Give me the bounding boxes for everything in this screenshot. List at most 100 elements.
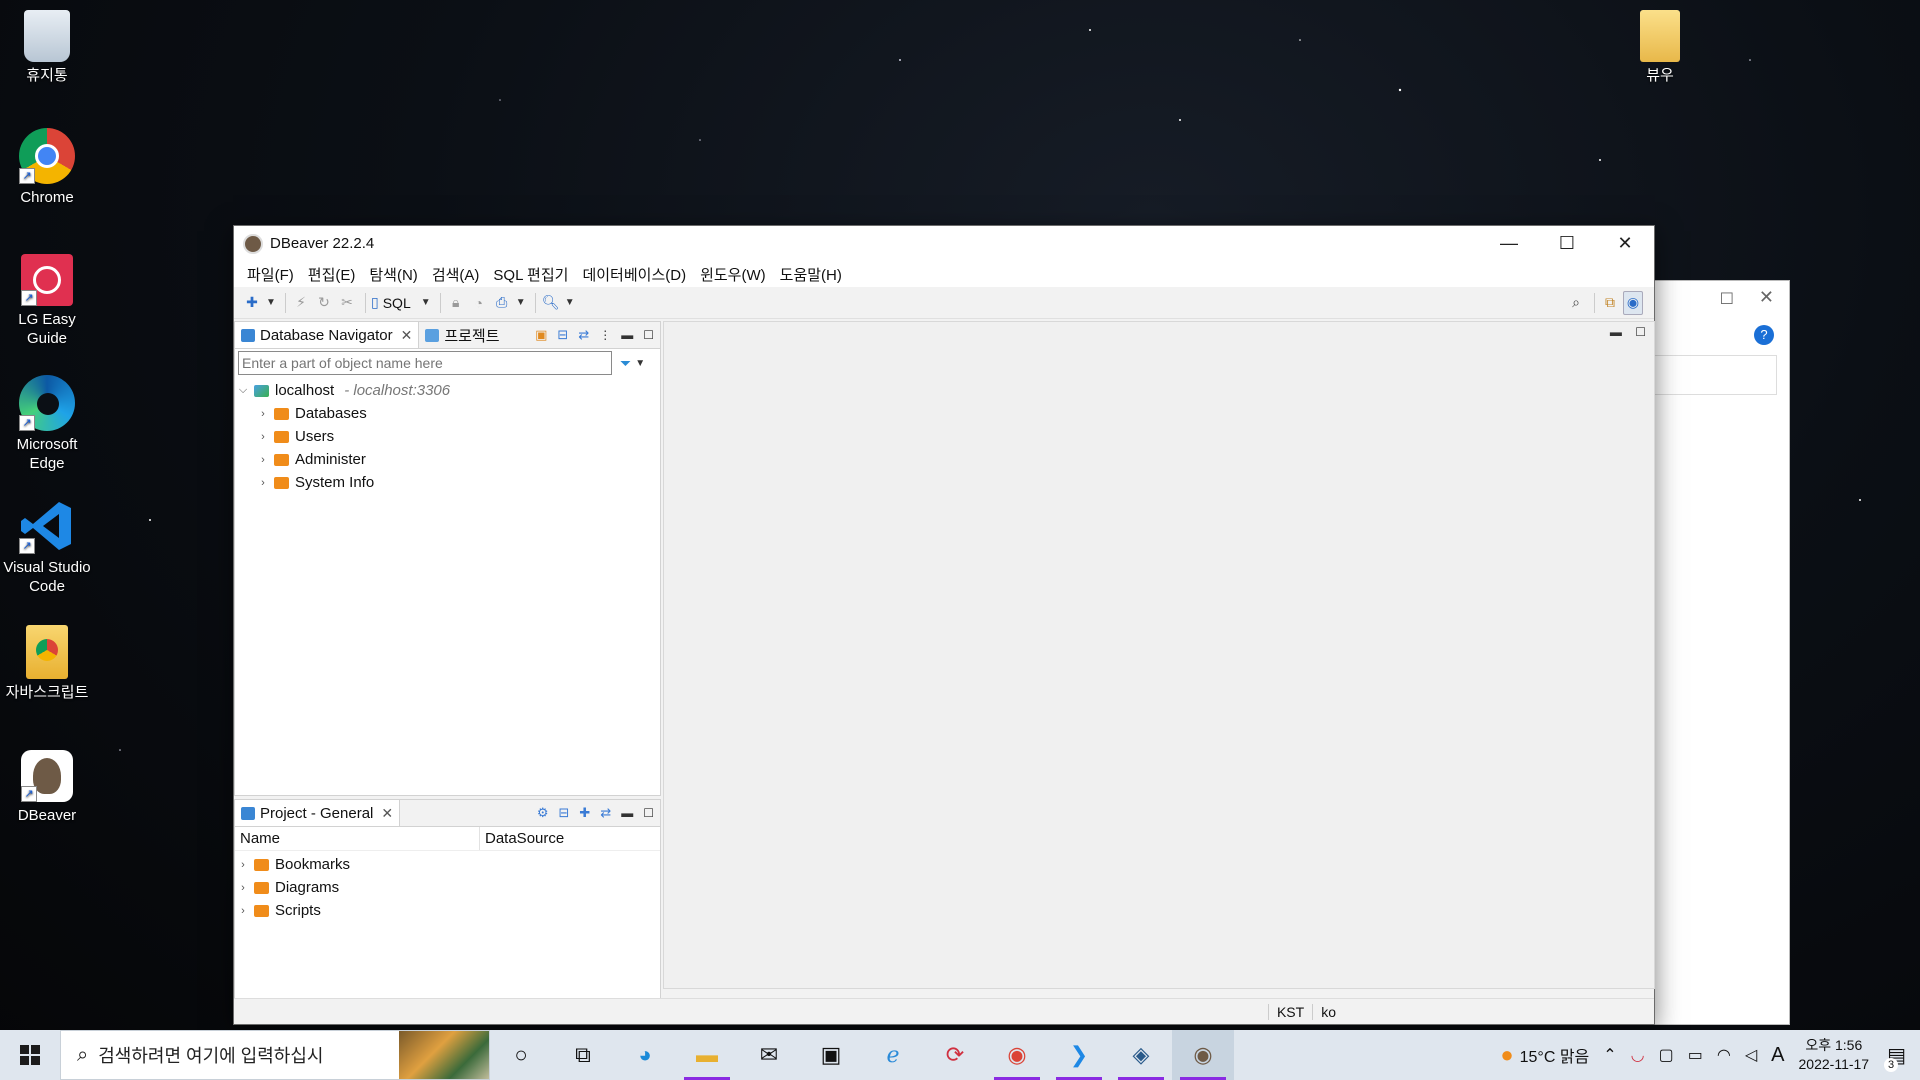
- tree-node-connection[interactable]: ⌵ localhost - localhost:3306: [235, 379, 660, 402]
- chevron-right-icon[interactable]: ›: [235, 882, 251, 894]
- new-connection-icon[interactable]: ✚: [242, 291, 262, 315]
- desktop-icon-vscode[interactable]: ↗ Visual Studio Code: [0, 498, 95, 596]
- close-icon[interactable]: ✕: [1759, 287, 1774, 308]
- sync-app-icon[interactable]: ⟳: [924, 1030, 986, 1080]
- desktop-icon-dbeaver[interactable]: ↗ DBeaver: [0, 750, 95, 825]
- device-icon[interactable]: ▢: [1659, 1045, 1674, 1065]
- link-editor-icon[interactable]: ⇄: [578, 327, 589, 343]
- desktop-icon-recycle-bin[interactable]: 휴지통: [0, 10, 95, 85]
- vscode-icon[interactable]: ❯: [1048, 1030, 1110, 1080]
- internet-explorer-icon[interactable]: ℯ: [862, 1030, 924, 1080]
- close-button[interactable]: ✕: [1596, 226, 1654, 261]
- global-search-icon[interactable]: ⌕: [1566, 291, 1586, 315]
- tree-node-system-info[interactable]: › System Info: [235, 471, 660, 494]
- tree-node-diagrams[interactable]: › Diagrams: [235, 876, 660, 899]
- start-button[interactable]: [0, 1030, 60, 1080]
- chevron-down-icon[interactable]: ▼: [420, 291, 432, 315]
- tree-node-users[interactable]: › Users: [235, 425, 660, 448]
- desktop-icon-folder[interactable]: 뷰우: [1612, 10, 1708, 85]
- chevron-right-icon[interactable]: ›: [255, 408, 271, 420]
- search-icon[interactable]: 🔍︎: [541, 291, 561, 315]
- chevron-up-icon[interactable]: ⌃: [1603, 1045, 1616, 1065]
- menu-navigate[interactable]: 탐색(N): [362, 264, 424, 285]
- minimize-view-icon[interactable]: ▬: [621, 806, 633, 820]
- notification-center-icon[interactable]: ▤ 3: [1884, 1043, 1906, 1072]
- desktop-icon-edge[interactable]: ↗ Microsoft Edge: [0, 375, 95, 473]
- tree-node-administer[interactable]: › Administer: [235, 448, 660, 471]
- store-icon[interactable]: ▣: [800, 1030, 862, 1080]
- minimize-view-icon[interactable]: ▬: [621, 328, 633, 342]
- chevron-down-icon[interactable]: ▼: [635, 358, 645, 369]
- connect-icon[interactable]: ⚡: [291, 291, 311, 315]
- tree-node-scripts[interactable]: › Scripts: [235, 899, 660, 922]
- column-header-name[interactable]: Name: [235, 827, 480, 850]
- chevron-down-icon[interactable]: ▼: [515, 291, 527, 315]
- close-icon[interactable]: ✕: [381, 805, 393, 822]
- object-filter-input[interactable]: [238, 351, 612, 375]
- menu-search[interactable]: 검색(A): [425, 264, 487, 285]
- chevron-down-icon[interactable]: ▼: [265, 291, 277, 315]
- collapse-all-icon[interactable]: ⊟: [557, 327, 568, 343]
- dbeaver-perspective-icon[interactable]: ◉: [1623, 290, 1643, 315]
- column-header-datasource[interactable]: DataSource: [480, 827, 569, 850]
- menu-help[interactable]: 도움말(H): [773, 264, 849, 285]
- title-bar[interactable]: DBeaver 22.2.4 — ☐ ✕: [234, 226, 1654, 261]
- chevron-right-icon[interactable]: ›: [255, 477, 271, 489]
- desktop-icon-javascript-folder[interactable]: 자바스크립트: [0, 625, 95, 702]
- menu-file[interactable]: 파일(F): [240, 264, 301, 285]
- dbeaver-icon[interactable]: ◉: [1172, 1030, 1234, 1080]
- tab-projects[interactable]: 프로젝트: [419, 322, 505, 348]
- clock[interactable]: 오후 1:56 2022-11-17: [1799, 1036, 1870, 1074]
- battery-icon[interactable]: ▭: [1688, 1045, 1703, 1065]
- maximize-button[interactable]: ☐: [1538, 226, 1596, 261]
- ime-indicator[interactable]: A: [1771, 1044, 1784, 1067]
- chevron-right-icon[interactable]: ›: [255, 431, 271, 443]
- filter-icon[interactable]: ⏷: [620, 355, 631, 372]
- maximize-view-icon[interactable]: ☐: [643, 806, 654, 820]
- taskbar-search[interactable]: ⌕ 검색하려면 여기에 입력하십시: [60, 1030, 490, 1080]
- cortana-icon[interactable]: ○: [490, 1030, 552, 1080]
- minimize-button[interactable]: —: [1480, 226, 1538, 261]
- minimize-view-icon[interactable]: ▬: [1610, 325, 1622, 339]
- menu-edit[interactable]: 편집(E): [301, 264, 363, 285]
- maximize-view-icon[interactable]: ☐: [643, 328, 654, 342]
- tab-project-general[interactable]: Project - General ✕: [235, 800, 401, 826]
- volume-icon[interactable]: ◁: [1745, 1045, 1757, 1065]
- expand-all-icon[interactable]: ✚: [579, 805, 590, 821]
- tree-node-databases[interactable]: › Databases: [235, 402, 660, 425]
- chevron-right-icon[interactable]: ›: [235, 905, 251, 917]
- open-perspective-icon[interactable]: ⧉: [1600, 291, 1620, 315]
- invalidate-icon[interactable]: ↻: [314, 291, 334, 315]
- link-editor-icon[interactable]: ⇄: [600, 805, 611, 821]
- file-explorer-icon[interactable]: ▬: [676, 1030, 738, 1080]
- more-options-icon[interactable]: ⋮: [599, 328, 611, 342]
- wifi-icon[interactable]: ◠: [1717, 1045, 1731, 1065]
- chevron-right-icon[interactable]: ›: [255, 454, 271, 466]
- headset-icon[interactable]: ◡: [1631, 1045, 1645, 1065]
- transaction-icon[interactable]: ◔: [469, 291, 489, 315]
- sql-editor-button[interactable]: ▯ SQL: [371, 291, 411, 315]
- task-view-icon[interactable]: ⧉: [552, 1030, 614, 1080]
- tree-node-bookmarks[interactable]: › Bookmarks: [235, 853, 660, 876]
- menu-window[interactable]: 윈도우(W): [693, 264, 773, 285]
- background-input[interactable]: [1641, 355, 1777, 395]
- weather-sun-icon[interactable]: ●: [1500, 1042, 1513, 1068]
- desktop-icon-chrome[interactable]: ↗ Chrome: [0, 128, 95, 207]
- menu-sql-editor[interactable]: SQL 편집기: [486, 264, 575, 285]
- close-icon[interactable]: ✕: [401, 327, 413, 344]
- chevron-down-icon[interactable]: ▼: [564, 291, 576, 315]
- menu-database[interactable]: 데이터베이스(D): [575, 264, 693, 285]
- mail-icon[interactable]: ✉: [738, 1030, 800, 1080]
- lock-icon[interactable]: 🔒︎: [446, 291, 466, 315]
- editor-area[interactable]: ▬ ☐: [663, 321, 1655, 989]
- chrome-icon[interactable]: ◉: [986, 1030, 1048, 1080]
- collapse-all-icon[interactable]: ⊟: [559, 805, 570, 821]
- gear-icon[interactable]: ⚙: [537, 805, 549, 821]
- maximize-view-icon[interactable]: ☐: [1635, 325, 1646, 339]
- help-icon[interactable]: ?: [1754, 325, 1774, 345]
- chevron-right-icon[interactable]: ›: [235, 859, 251, 871]
- edge-icon[interactable]: ◕: [614, 1030, 676, 1080]
- maximize-icon[interactable]: ☐: [1720, 289, 1734, 309]
- weather-text[interactable]: 15°C 맑음: [1520, 1043, 1590, 1067]
- new-folder-icon[interactable]: ▣: [535, 327, 547, 343]
